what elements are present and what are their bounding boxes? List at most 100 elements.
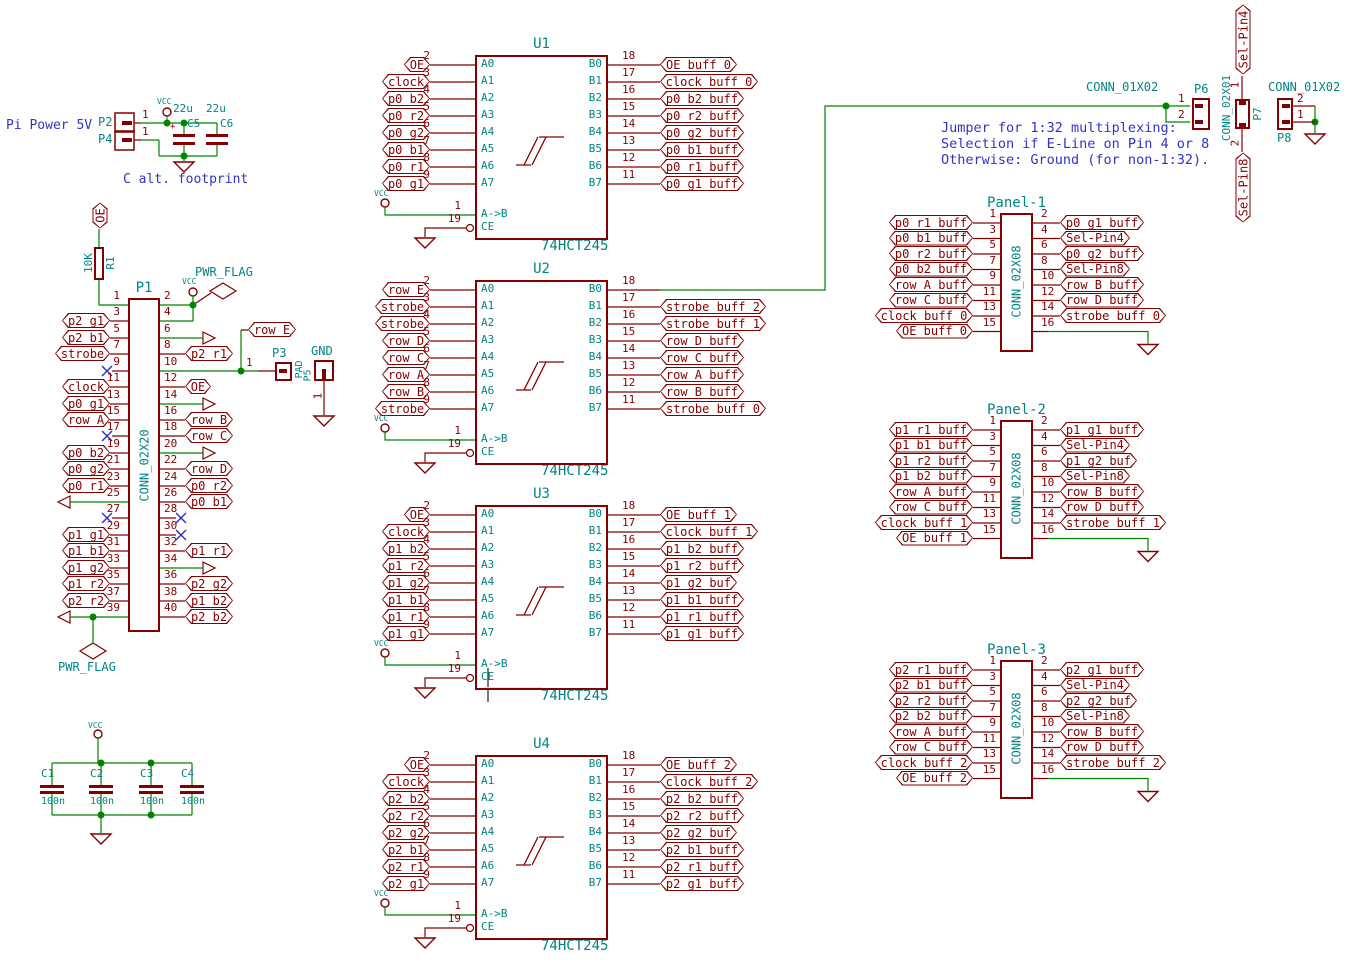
net-label-p0_g2_buff[interactable]: p0_g2_buff	[1060, 246, 1144, 261]
net-label-p1_r1_buff[interactable]: p1_r1_buff	[660, 609, 744, 624]
net-label-row_B[interactable]: row_B	[185, 412, 233, 427]
jumper-note-line2[interactable]: Selection if E-Line on Pin 4 or 8	[941, 137, 1209, 152]
net-label-p0_b1[interactable]: p0_b1	[185, 494, 233, 509]
cap-ref-C2[interactable]: C2	[90, 768, 103, 780]
net-label-p1_b1_buff[interactable]: p1_b1_buff	[660, 592, 744, 607]
p4-ref[interactable]: P4	[98, 133, 112, 146]
net-label-p0_g2_buff[interactable]: p0_g2_buff	[660, 125, 744, 140]
net-label-p2_g1_buff[interactable]: p2_g1_buff	[1060, 662, 1144, 677]
pwr-flag-text[interactable]: PWR_FLAG	[195, 266, 253, 279]
net-label-row_C_buff[interactable]: row_C_buff	[889, 740, 973, 755]
net-label-OE_buff_2[interactable]: OE_buff_2	[896, 771, 973, 786]
net-label-row_D[interactable]: row_D	[185, 461, 233, 476]
net-label-p1_b1_buff[interactable]: p1_b1_buff	[889, 438, 973, 453]
net-label-p0_b2_buff[interactable]: p0_b2_buff	[660, 91, 744, 106]
jumper-note-line1[interactable]: Jumper for 1:32 multiplexing:	[941, 121, 1177, 136]
net-label-OE_buff_1[interactable]: OE_buff_1	[896, 531, 973, 546]
net-label-Sel-Pin8[interactable]: Sel-Pin8	[1060, 709, 1130, 724]
net-label-Sel-Pin8[interactable]: Sel-Pin8	[1236, 153, 1251, 223]
net-label-clock_buff_2[interactable]: clock_buff_2	[660, 774, 758, 789]
net-label-Sel-Pin8[interactable]: Sel-Pin8	[1060, 262, 1130, 277]
net-label-p2_b2_buff[interactable]: p2_b2_buff	[660, 791, 744, 806]
net-label-OE_buff_2[interactable]: OE_buff_2	[660, 757, 737, 772]
chip-value-U1[interactable]: 74HCT245	[541, 239, 608, 254]
net-label-row_B_buff[interactable]: row_B_buff	[660, 384, 744, 399]
vtext-pin-number[interactable]: 1	[1227, 80, 1241, 91]
vtext-pin-number[interactable]: 2	[1227, 138, 1241, 149]
net-label-p2_b2_buff[interactable]: p2_b2_buff	[889, 709, 973, 724]
power-title-note[interactable]: Pi Power 5V	[6, 119, 92, 133]
net-label-OE_buff_0[interactable]: OE_buff_0	[660, 57, 737, 72]
chip-value-U4[interactable]: 74HCT245	[541, 939, 608, 954]
net-label-p0_g1_buff[interactable]: p0_g1_buff	[660, 176, 744, 191]
gnd-pad-body[interactable]	[314, 360, 334, 381]
net-label-p1_r1[interactable]: p1_r1	[185, 543, 233, 558]
net-label-row_D_buff[interactable]: row_D_buff	[1060, 500, 1144, 515]
net-label-row_A_buff[interactable]: row_A_buff	[889, 724, 973, 739]
net-label-p2_r2_buff[interactable]: p2_r2_buff	[660, 808, 744, 823]
net-label-p0_g1_buff[interactable]: p0_g1_buff	[1060, 215, 1144, 230]
net-label-Sel-Pin4[interactable]: Sel-Pin4	[1236, 5, 1251, 75]
net-label-p0_r2_buff[interactable]: p0_r2_buff	[660, 108, 744, 123]
cap-footprint-note[interactable]: C alt. footprint	[123, 173, 248, 187]
net-label-strobe_buff_0[interactable]: strobe_buff_0	[1060, 308, 1166, 323]
net-label-row_C_buff[interactable]: row_C_buff	[660, 350, 744, 365]
cap-ref-C1[interactable]: C1	[41, 768, 54, 780]
net-label-row_B_buff[interactable]: row_B_buff	[1060, 484, 1144, 499]
net-label-row_A_buff[interactable]: row_A_buff	[889, 277, 973, 292]
net-label-p1_g2_buf[interactable]: p1_g2_buf	[660, 575, 737, 590]
net-label-p1_b2_buff[interactable]: p1_b2_buff	[660, 541, 744, 556]
p3-ref[interactable]: P3	[272, 347, 286, 360]
net-label-row_A_buff[interactable]: row_A_buff	[660, 367, 744, 382]
net-label-p1_g1_buff[interactable]: p1_g1_buff	[660, 626, 744, 641]
net-label-p0_r1_buff[interactable]: p0_r1_buff	[660, 159, 744, 174]
chip-ref-U3[interactable]: U3	[475, 487, 608, 502]
net-label-row_B_buff[interactable]: row_B_buff	[1060, 724, 1144, 739]
net-label-row_C_buff[interactable]: row_C_buff	[889, 500, 973, 515]
gpio-ref[interactable]: P1	[128, 281, 160, 296]
net-label-p2_g2_buf[interactable]: p2_g2_buf	[1060, 693, 1137, 708]
net-label-clock_buff_1[interactable]: clock_buff_1	[660, 524, 758, 539]
net-label-row_D_buff[interactable]: row_D_buff	[660, 333, 744, 348]
pwr-flag-text[interactable]: PWR_FLAG	[58, 661, 116, 674]
net-label-row_C[interactable]: row_C	[185, 428, 233, 443]
net-label-p0_b2_buff[interactable]: p0_b2_buff	[889, 262, 973, 277]
vtext-p7-ref[interactable]: P7	[1250, 105, 1264, 123]
vtext-panel-value-Panel-3[interactable]: CONN_02X08	[1009, 689, 1024, 767]
net-label-p2_b1_buff[interactable]: p2_b1_buff	[889, 678, 973, 693]
net-label-p0_r2[interactable]: p0_r2	[185, 478, 233, 493]
net-label-strobe_buff_2[interactable]: strobe_buff_2	[1060, 755, 1166, 770]
cap-ref-C4[interactable]: C4	[181, 768, 194, 780]
chip-value-U3[interactable]: 74HCT245	[541, 689, 608, 704]
cap-ref-C3[interactable]: C3	[140, 768, 153, 780]
p8-value[interactable]: CONN_01X02	[1268, 81, 1340, 94]
vtext-panel-value-Panel-1[interactable]: CONN_02X08	[1009, 242, 1024, 320]
net-label-p2_g1_buff[interactable]: p2_g1_buff	[660, 876, 744, 891]
vtext-pin-number[interactable]: 1	[310, 391, 324, 402]
net-label-row_D_buff[interactable]: row_D_buff	[1060, 740, 1144, 755]
net-label-strobe_buff_0[interactable]: strobe_buff_0	[660, 401, 766, 416]
vtext-r1-value[interactable]: 10K	[81, 251, 95, 275]
net-label-row_D_buff[interactable]: row_D_buff	[1060, 293, 1144, 308]
net-label-p2_g2[interactable]: p2_g2	[185, 576, 233, 591]
p7-body[interactable]	[1235, 99, 1250, 129]
net-label-p2_r2_buff[interactable]: p2_r2_buff	[889, 693, 973, 708]
net-label-p0_r2_buff[interactable]: p0_r2_buff	[889, 246, 973, 261]
net-label-p1_r2_buff[interactable]: p1_r2_buff	[660, 558, 744, 573]
net-label-strobe_buff_2[interactable]: strobe_buff_2	[660, 299, 766, 314]
net-label-row_E[interactable]: row_E	[248, 322, 296, 337]
net-label-p0_b1_buff[interactable]: p0_b1_buff	[889, 231, 973, 246]
net-label-p1_r2_buff[interactable]: p1_r2_buff	[889, 453, 973, 468]
net-label-p1_g1_buff[interactable]: p1_g1_buff	[1060, 422, 1144, 437]
net-label-p2_b1_buff[interactable]: p2_b1_buff	[660, 842, 744, 857]
chip-value-U2[interactable]: 74HCT245	[541, 464, 608, 479]
net-label-clock_buff_1[interactable]: clock_buff_1	[875, 515, 973, 530]
net-label-Sel-Pin4[interactable]: Sel-Pin4	[1060, 678, 1130, 693]
chip-ref-U1[interactable]: U1	[475, 37, 608, 52]
net-label-p1_g2_buf[interactable]: p1_g2_buf	[1060, 453, 1137, 468]
chip-ref-U2[interactable]: U2	[475, 262, 608, 277]
net-label-strobe_buff_1[interactable]: strobe_buff_1	[1060, 515, 1166, 530]
net-label-row_C_buff[interactable]: row_C_buff	[889, 293, 973, 308]
p6-ref[interactable]: P6	[1194, 83, 1208, 96]
net-label-p0_r1_buff[interactable]: p0_r1_buff	[889, 215, 973, 230]
